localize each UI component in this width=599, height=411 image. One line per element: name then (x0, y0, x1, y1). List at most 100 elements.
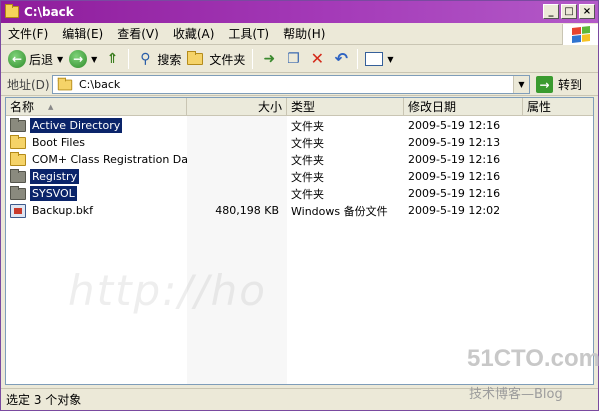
file-name-cell: Backup.bkf (6, 203, 187, 218)
undo-icon: ↶ (334, 49, 349, 68)
column-size-header[interactable]: 大小 (187, 98, 287, 115)
file-type: Windows 备份文件 (291, 204, 388, 218)
go-arrow-icon: → (536, 76, 553, 93)
watermark-brand: 51CTO.com (467, 345, 599, 372)
menu-help[interactable]: 帮助(H) (276, 24, 332, 44)
file-row[interactable]: SYSVOL 文件夹 2009-5-19 12:16 (6, 185, 593, 202)
file-modified: 2009-5-19 12:16 (408, 187, 501, 200)
file-row[interactable]: Registry 文件夹 2009-5-19 12:16 (6, 168, 593, 185)
toolbar-separator (252, 49, 254, 69)
file-modified: 2009-5-19 12:02 (408, 204, 501, 217)
file-type: 文件夹 (291, 170, 324, 184)
file-row[interactable]: Active Directory 文件夹 2009-5-19 12:16 (6, 117, 593, 134)
explorer-window: C:\back _ □ × 文件(F) 编辑(E) 查看(V) 收藏(A) 工具… (0, 0, 599, 411)
minimize-button[interactable]: _ (543, 4, 559, 19)
file-name-cell: COM+ Class Registration Dat... (6, 152, 187, 167)
column-name-label: 名称 (10, 100, 35, 114)
menu-favorites[interactable]: 收藏(A) (166, 24, 222, 44)
maximize-icon: □ (564, 5, 574, 17)
views-button[interactable]: ▼ (362, 48, 396, 71)
file-row[interactable]: COM+ Class Registration Dat... 文件夹 2009-… (6, 151, 593, 168)
watermark-blog: Blog (534, 387, 563, 402)
column-modified-header[interactable]: 修改日期 (404, 98, 523, 115)
folders-button[interactable]: 文件夹 (184, 48, 248, 71)
file-row[interactable]: Boot Files 文件夹 2009-5-19 12:13 (6, 134, 593, 151)
chevron-down-icon[interactable]: ▼ (91, 55, 97, 64)
column-attributes-label: 属性 (527, 100, 552, 114)
menu-edit[interactable]: 编辑(E) (55, 24, 110, 44)
windows-logo (562, 24, 598, 45)
folder-icon (57, 77, 73, 90)
column-name-header[interactable]: 名称 ▲ (6, 98, 187, 115)
file-modified: 2009-5-19 12:16 (408, 119, 501, 132)
file-type: 文件夹 (291, 119, 324, 133)
window-title: C:\back (24, 5, 74, 19)
folders-label: 文件夹 (209, 52, 246, 67)
forward-button[interactable]: → ▼ (66, 48, 100, 71)
maximize-button[interactable]: □ (561, 4, 577, 19)
menu-view[interactable]: 查看(V) (110, 24, 166, 44)
folder-icon (10, 186, 26, 200)
address-label: 地址(D) (7, 78, 50, 92)
chevron-down-icon[interactable]: ▼ (57, 55, 63, 64)
watermark-dash: — (521, 387, 535, 402)
file-row[interactable]: Backup.bkf 480,198 KB Windows 备份文件 2009-… (6, 202, 593, 219)
file-name-cell: Active Directory (6, 118, 187, 133)
file-rows: Active Directory 文件夹 2009-5-19 12:16 Boo… (6, 117, 593, 219)
column-modified-label: 修改日期 (408, 100, 457, 114)
title-bar[interactable]: C:\back _ □ × (1, 1, 598, 23)
column-type-header[interactable]: 类型 (287, 98, 404, 115)
file-modified: 2009-5-19 12:16 (408, 153, 501, 166)
folder-icon (10, 135, 26, 149)
watermark-url: http://ho (68, 266, 267, 315)
back-arrow-icon: ← (8, 50, 26, 68)
delete-icon: ✕ (310, 49, 325, 68)
search-label: 搜索 (157, 52, 182, 67)
file-name: Active Directory (30, 118, 123, 133)
copy-to-button[interactable]: ❐ (281, 48, 305, 71)
file-name: Boot Files (32, 136, 85, 149)
chevron-down-icon[interactable]: ▼ (387, 55, 393, 64)
file-name-cell: SYSVOL (6, 186, 187, 201)
folder-icon (10, 152, 26, 166)
copy-to-icon: ❐ (287, 51, 300, 67)
back-button[interactable]: ← 后退 ▼ (5, 48, 66, 71)
backup-file-icon (10, 203, 26, 218)
column-type-label: 类型 (291, 100, 316, 114)
go-label: 转到 (558, 78, 583, 92)
status-text: 选定 3 个对象 (6, 393, 82, 407)
delete-button[interactable]: ✕ (305, 48, 329, 71)
menu-file[interactable]: 文件(F) (1, 24, 55, 44)
file-size: 480,198 KB (215, 204, 279, 217)
watermark-sub-text: 技术博客 (469, 387, 522, 402)
file-name-cell: Boot Files (6, 135, 187, 150)
up-button[interactable]: ⇑ (100, 48, 124, 71)
chevron-down-icon: ▼ (518, 80, 525, 89)
search-button[interactable]: ⚲ 搜索 (133, 48, 184, 71)
address-value: C:\back (79, 78, 121, 91)
file-name: SYSVOL (30, 186, 77, 201)
folder-icon (187, 51, 204, 65)
window-controls: _ □ × (543, 4, 595, 19)
file-type: 文件夹 (291, 136, 324, 150)
menu-tools[interactable]: 工具(T) (221, 24, 276, 44)
file-modified: 2009-5-19 12:13 (408, 136, 501, 149)
address-dropdown[interactable]: ▼ (513, 76, 529, 93)
close-button[interactable]: × (579, 4, 595, 19)
file-type: 文件夹 (291, 187, 324, 201)
address-input[interactable]: C:\back ▼ (52, 75, 530, 94)
column-attributes-header[interactable]: 属性 (523, 98, 593, 115)
move-to-button[interactable]: ➜ (257, 48, 281, 71)
address-bar: 地址(D) C:\back ▼ → 转到 (1, 74, 598, 96)
forward-arrow-icon: → (69, 50, 88, 68)
undo-button[interactable]: ↶ (329, 48, 353, 71)
column-size-label: 大小 (257, 100, 282, 114)
go-button[interactable]: → 转到 (536, 75, 582, 94)
close-icon: × (582, 5, 592, 17)
file-name: COM+ Class Registration Dat... (32, 153, 187, 166)
toolbar-separator (128, 49, 130, 69)
watermark-sub: 技术博客—Blog (469, 383, 563, 402)
move-to-icon: ➜ (263, 51, 276, 67)
file-name: Registry (30, 169, 80, 184)
file-list[interactable]: 名称 ▲ 大小 类型 修改日期 属性 Active Directory 文件夹 … (5, 97, 594, 385)
